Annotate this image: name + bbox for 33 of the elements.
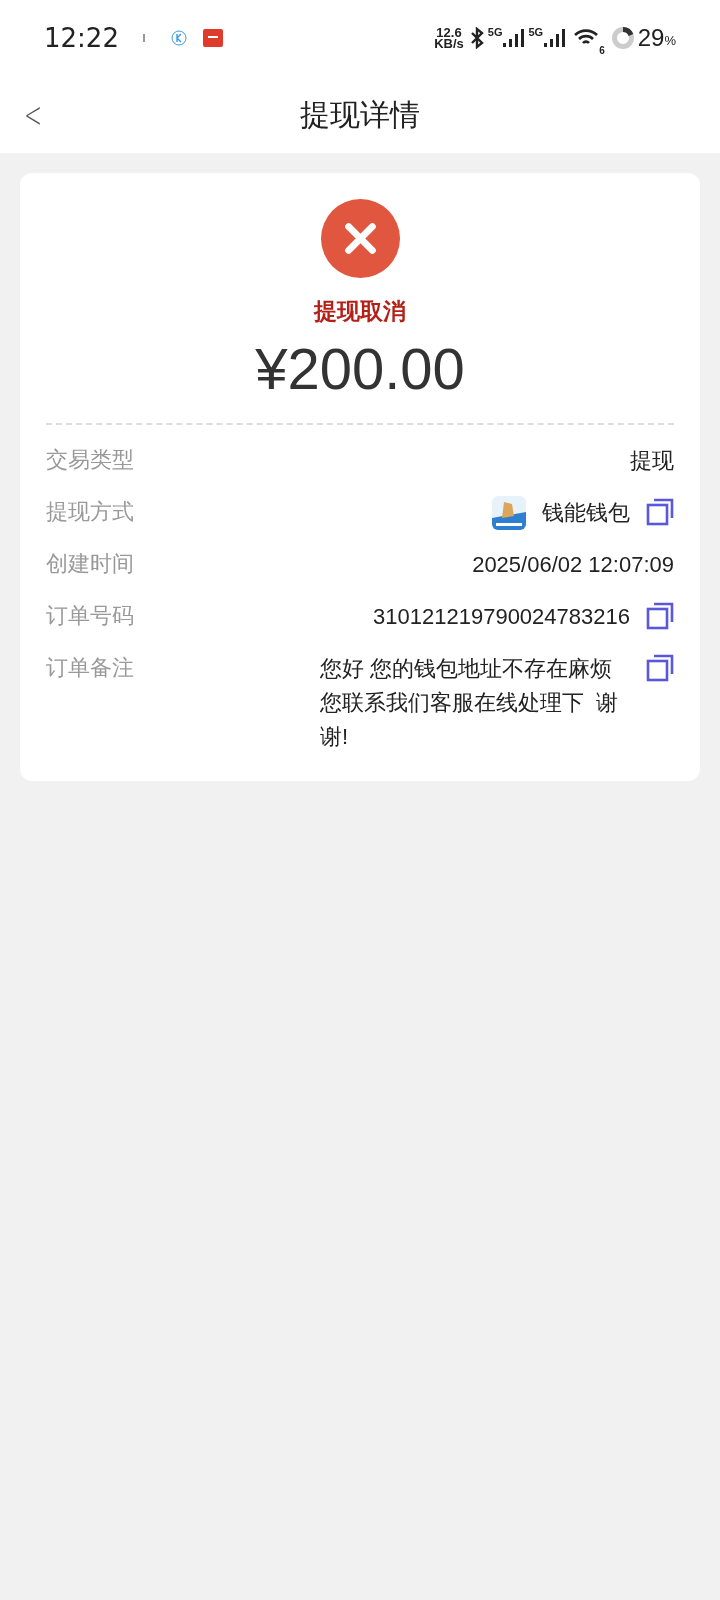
bluetooth-icon (469, 27, 484, 49)
status-text: 提现取消 (314, 297, 406, 326)
back-button[interactable]: < (24, 96, 43, 133)
page-title: 提现详情 (300, 97, 420, 133)
field-label: 提现方式 (46, 497, 134, 526)
network-speed: 12.6 (436, 27, 462, 38)
field-label: 订单备注 (46, 653, 134, 682)
percent-sign: % (664, 33, 676, 51)
field-value: 310121219790024783216 (373, 602, 630, 631)
app-notification-icon (202, 29, 223, 47)
field-label: 交易类型 (46, 445, 134, 474)
field-value: 您好 您的钱包地址不存在麻烦您联系我们客服在线处理下 谢谢! (320, 654, 620, 751)
field-value: 提现 (630, 446, 674, 475)
network-type: 5G (487, 25, 503, 40)
clock: 12:22 (44, 21, 119, 55)
amount: ¥200.00 (255, 334, 465, 403)
signal-icon (502, 28, 525, 48)
field-label: 订单号码 (46, 601, 134, 630)
battery-percent: 29 (637, 23, 665, 53)
signal-icon (543, 28, 566, 48)
copy-icon[interactable] (646, 653, 674, 682)
field-label: 创建时间 (46, 549, 134, 578)
k-logo-icon (170, 30, 187, 46)
copy-icon[interactable] (646, 497, 674, 526)
field-value: 钱能钱包 (542, 498, 630, 527)
app-icon (492, 495, 526, 530)
wifi-band-label: 6 (599, 44, 605, 58)
network-type: 5G (528, 25, 544, 40)
cancel-icon (320, 199, 400, 278)
copy-icon[interactable] (646, 601, 674, 630)
network-unit: KB/s (434, 38, 464, 49)
battery-ring-icon (610, 26, 635, 50)
field-value: 2025/06/02 12:07:09 (472, 550, 674, 579)
